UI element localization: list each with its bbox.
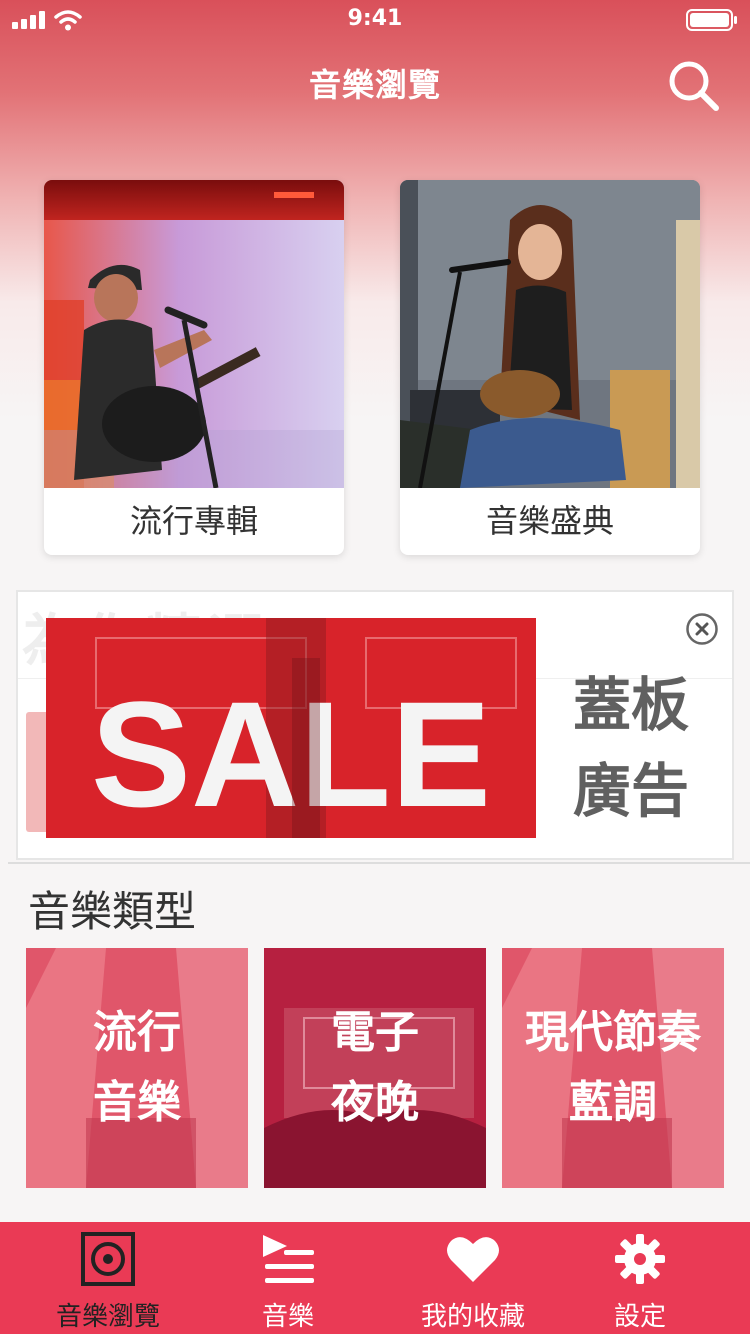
album-card-gala[interactable]: 音樂盛典 bbox=[400, 180, 700, 555]
tab-music-browse[interactable]: 音樂瀏覽 bbox=[28, 1222, 188, 1334]
tab-favorites[interactable]: 我的收藏 bbox=[393, 1222, 553, 1334]
album-image-concert-singer bbox=[44, 180, 344, 488]
ad-title: 蓋板 廣告 bbox=[572, 671, 689, 825]
tab-label: 設定 bbox=[613, 1302, 666, 1332]
status-bar: 9:41 bbox=[0, 0, 750, 40]
battery-icon bbox=[686, 9, 737, 31]
tab-music[interactable]: 音樂 bbox=[208, 1222, 368, 1334]
album-card-pop[interactable]: 流行專輯 bbox=[44, 180, 344, 555]
genre-tile-pop[interactable]: 流行 音樂 bbox=[26, 948, 248, 1188]
ad-banner[interactable]: 為你精選 SALE 蓋板 廣告 bbox=[16, 590, 734, 860]
speaker-icon bbox=[81, 1232, 135, 1286]
genre-label: 電子 夜晚 bbox=[331, 1007, 419, 1128]
album-label: 音樂盛典 bbox=[485, 502, 614, 540]
tab-settings[interactable]: 設定 bbox=[560, 1222, 720, 1334]
tab-label: 音樂 bbox=[261, 1302, 314, 1332]
close-circle-icon[interactable] bbox=[685, 612, 719, 646]
album-label: 流行專輯 bbox=[129, 502, 258, 540]
gear-icon bbox=[615, 1234, 665, 1284]
genre-label: 流行 音樂 bbox=[93, 1007, 181, 1128]
playlist-icon bbox=[263, 1235, 314, 1283]
status-time: 9:41 bbox=[347, 6, 403, 31]
album-image-guitar-singer bbox=[400, 180, 700, 488]
sale-text: SALE bbox=[91, 670, 491, 838]
search-icon[interactable] bbox=[666, 58, 722, 114]
heart-icon bbox=[447, 1237, 499, 1282]
tab-label: 我的收藏 bbox=[420, 1302, 525, 1332]
tab-bar: 音樂瀏覽 音樂 我的收藏 設定 bbox=[0, 1222, 750, 1334]
sale-image[interactable]: SALE bbox=[46, 618, 536, 838]
page-title: 音樂瀏覽 bbox=[308, 66, 441, 104]
genre-label: 現代節奏 藍調 bbox=[525, 1007, 701, 1128]
section-title-genres: 音樂類型 bbox=[28, 887, 197, 936]
genre-tile-rnb[interactable]: 現代節奏 藍調 bbox=[502, 948, 724, 1188]
genre-tile-electronic[interactable]: 電子 夜晚 bbox=[264, 948, 486, 1188]
tab-label: 音樂瀏覽 bbox=[55, 1302, 160, 1332]
section-divider bbox=[8, 862, 750, 864]
